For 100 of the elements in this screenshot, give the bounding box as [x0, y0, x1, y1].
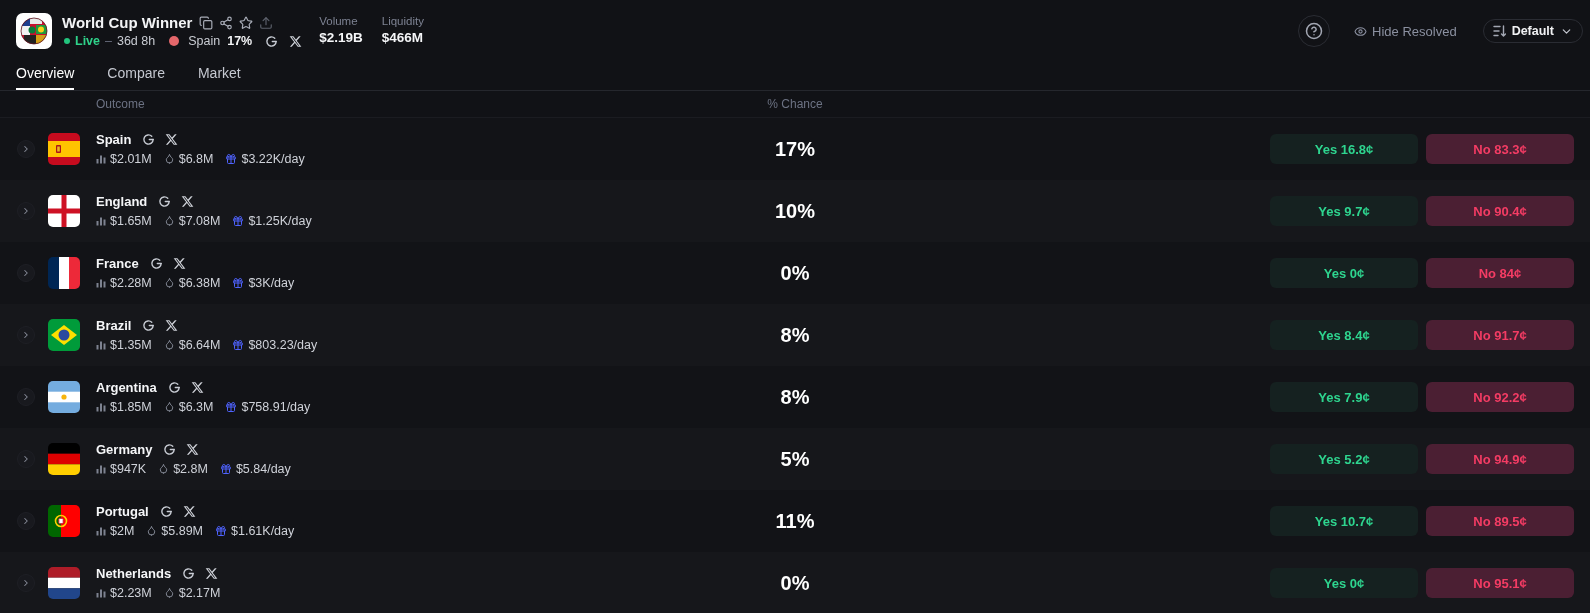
gift-icon — [215, 524, 228, 537]
rewards-value: $803.23/day — [248, 337, 318, 352]
flag-icon — [48, 195, 80, 227]
bar-chart-icon — [96, 215, 106, 226]
x-logo-icon[interactable] — [190, 381, 204, 394]
buy-no-button[interactable]: No 95.1¢ — [1426, 568, 1574, 598]
chance-value: 11% — [775, 509, 815, 533]
chevron-right-icon — [21, 454, 31, 464]
stat-label: Volume — [319, 14, 359, 29]
gift-icon — [232, 338, 245, 351]
tab[interactable]: Compare — [107, 55, 165, 90]
x-logo-icon[interactable] — [205, 567, 219, 580]
help-icon — [1305, 22, 1324, 40]
chevron-right-icon — [21, 206, 31, 216]
eye-icon — [1354, 24, 1368, 38]
droplet-icon — [146, 525, 158, 536]
x-logo-icon[interactable] — [172, 257, 186, 270]
x-logo-icon[interactable] — [165, 319, 179, 332]
droplet-icon — [163, 215, 175, 226]
google-g-icon[interactable] — [163, 443, 177, 456]
rewards-value: $5.84/day — [235, 461, 291, 476]
chance-value: 10% — [775, 199, 815, 223]
buy-no-button[interactable]: No 89.5¢ — [1426, 506, 1574, 536]
bar-chart-icon — [96, 339, 106, 350]
flag-icon — [48, 505, 80, 537]
copy-icon[interactable] — [199, 15, 214, 30]
liquidity-value: $6.38M — [178, 275, 221, 290]
google-g-icon[interactable] — [167, 381, 181, 394]
buy-no-button[interactable]: No 83.3¢ — [1426, 134, 1574, 164]
chance-value: 0% — [780, 261, 810, 285]
droplet-icon — [163, 401, 175, 412]
outcome-name: Portugal — [96, 504, 149, 519]
tab[interactable]: Overview — [16, 55, 75, 90]
gift-icon — [232, 214, 245, 227]
time-left: 36d 8h — [116, 34, 156, 48]
flag-icon — [48, 257, 80, 289]
x-logo-icon[interactable] — [165, 133, 179, 146]
google-g-icon[interactable] — [142, 319, 156, 332]
droplet-icon — [163, 153, 175, 164]
buy-yes-button[interactable]: Yes 7.9¢ — [1270, 382, 1418, 412]
status-label: Live — [75, 34, 100, 48]
google-g-icon[interactable] — [182, 567, 196, 580]
gift-icon — [225, 152, 238, 165]
liquidity-value: $6.8M — [178, 151, 214, 166]
buy-yes-button[interactable]: Yes 9.7¢ — [1270, 196, 1418, 226]
buy-no-button[interactable]: No 91.7¢ — [1426, 320, 1574, 350]
outcome-name: Argentina — [96, 380, 157, 395]
droplet-icon — [163, 339, 175, 350]
bar-chart-icon — [96, 401, 106, 412]
buy-no-button[interactable]: No 92.2¢ — [1426, 382, 1574, 412]
buy-yes-button[interactable]: Yes 0¢ — [1270, 568, 1418, 598]
buy-yes-button[interactable]: Yes 10.7¢ — [1270, 506, 1418, 536]
x-logo-icon[interactable] — [181, 195, 195, 208]
volume-value: $2.28M — [110, 275, 152, 290]
google-g-icon[interactable] — [142, 133, 156, 146]
outcome-name: Brazil — [96, 318, 132, 333]
logo-icon — [16, 13, 52, 49]
stat-label: Liquidity — [381, 14, 424, 29]
buy-yes-button[interactable]: Yes 0¢ — [1270, 258, 1418, 288]
volume-value: $1.65M — [110, 213, 152, 228]
outcome-name: France — [96, 256, 139, 271]
bar-chart-icon — [96, 153, 106, 164]
outcome-name: Netherlands — [96, 566, 172, 581]
star-icon[interactable] — [239, 15, 254, 30]
buy-yes-button[interactable]: Yes 16.8¢ — [1270, 134, 1418, 164]
stat-value: $2.19B — [319, 29, 363, 47]
outcome-name: Spain — [96, 132, 132, 147]
gift-icon — [225, 400, 238, 413]
hide-resolved-button[interactable]: Hide Resolved — [1354, 23, 1457, 39]
flag-icon — [48, 319, 80, 351]
liquidity-value: $6.3M — [178, 399, 214, 414]
google-g-icon[interactable] — [158, 195, 172, 208]
buy-yes-button[interactable]: Yes 5.2¢ — [1270, 444, 1418, 474]
buy-no-button[interactable]: No 90.4¢ — [1426, 196, 1574, 226]
google-g-icon[interactable] — [265, 34, 279, 48]
separator-dash: – — [105, 34, 112, 48]
x-logo-icon[interactable] — [186, 443, 200, 456]
volume-value: $2.01M — [110, 151, 152, 166]
buy-no-button[interactable]: No 84¢ — [1426, 258, 1574, 288]
x-logo-icon[interactable] — [182, 505, 196, 518]
chevron-right-icon — [21, 516, 31, 526]
buy-no-button[interactable]: No 94.9¢ — [1426, 444, 1574, 474]
x-logo-icon[interactable] — [289, 34, 303, 48]
google-g-icon[interactable] — [159, 505, 173, 518]
chevron-right-icon — [21, 330, 31, 340]
chance-value: 17% — [775, 137, 815, 161]
volume-value: $2.23M — [110, 585, 152, 600]
share-icon[interactable] — [219, 15, 234, 30]
chevron-right-icon — [21, 578, 31, 588]
stat-value: $466M — [381, 29, 424, 47]
droplet-icon — [163, 277, 175, 288]
flag-icon — [48, 381, 80, 413]
droplet-icon — [163, 587, 175, 598]
buy-yes-button[interactable]: Yes 8.4¢ — [1270, 320, 1418, 350]
column-header: % Chance — [767, 97, 823, 111]
tab[interactable]: Market — [197, 55, 241, 90]
chance-value: 5% — [780, 447, 810, 471]
bar-chart-icon — [96, 277, 106, 288]
outcome-name: Germany — [96, 442, 153, 457]
google-g-icon[interactable] — [149, 257, 163, 270]
